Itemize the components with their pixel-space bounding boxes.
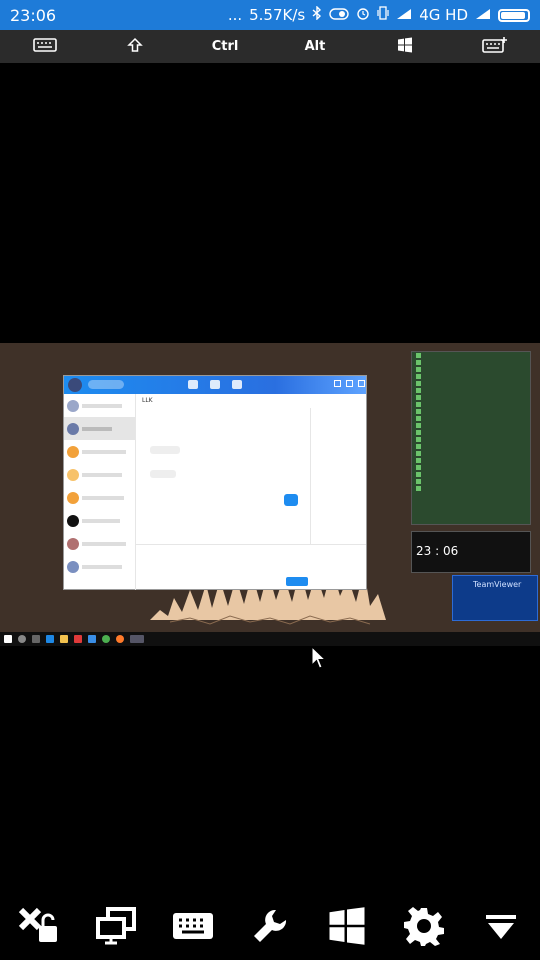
windows-icon xyxy=(327,906,367,950)
group-member-panel xyxy=(310,408,366,544)
bottom-toolbar xyxy=(0,895,540,960)
message-bubble xyxy=(284,494,298,506)
app-icon[interactable] xyxy=(74,635,82,643)
signal-icon xyxy=(396,6,412,24)
settings-button[interactable] xyxy=(397,901,451,955)
close-icon[interactable] xyxy=(358,380,365,387)
search-input[interactable] xyxy=(88,380,124,389)
file-list-window[interactable] xyxy=(411,351,531,525)
battery-icon xyxy=(498,8,530,22)
chrome-icon[interactable] xyxy=(102,635,110,643)
list-item[interactable] xyxy=(64,463,135,486)
maximize-icon[interactable] xyxy=(346,380,353,387)
remote-desktop-view[interactable]: LLK 23: 06 TeamViewer xyxy=(0,343,540,633)
clock-widget: 23 : 06 xyxy=(411,531,531,573)
ctrl-button[interactable]: Ctrl xyxy=(195,39,255,54)
wrench-icon xyxy=(250,906,290,950)
tab-messages[interactable] xyxy=(188,380,198,389)
folder-icon[interactable] xyxy=(60,635,68,643)
settings-icon xyxy=(404,906,445,950)
shift-icon xyxy=(127,37,143,57)
app-icon[interactable] xyxy=(88,635,96,643)
network-speed: 5.57K/s xyxy=(249,6,306,24)
list-item[interactable] xyxy=(64,440,135,463)
message-bubble xyxy=(150,470,176,478)
search-icon[interactable] xyxy=(18,635,26,643)
teamviewer-popup[interactable]: TeamViewer xyxy=(452,575,538,621)
status-right: ... 5.57K/s 4G HD xyxy=(227,5,530,24)
list-item[interactable] xyxy=(64,509,135,532)
task-view-icon[interactable] xyxy=(32,635,40,643)
windows-start-button[interactable] xyxy=(320,901,374,955)
tools-button[interactable] xyxy=(243,901,297,955)
mouse-cursor-icon xyxy=(311,646,327,669)
keyboard-icon xyxy=(33,37,57,56)
list-item[interactable] xyxy=(64,532,135,555)
chat-title: LLK xyxy=(142,397,153,404)
alarm-icon xyxy=(356,6,370,24)
signal-icon xyxy=(475,6,491,24)
key-bar: Ctrl Alt xyxy=(0,30,540,63)
message-input[interactable] xyxy=(136,544,366,590)
status-dots: ... xyxy=(227,6,243,24)
monitors-icon xyxy=(95,906,136,949)
chat-panel: LLK xyxy=(136,394,366,590)
edge-icon[interactable] xyxy=(46,635,54,643)
minimize-icon[interactable] xyxy=(334,380,341,387)
keyboard-icon xyxy=(172,912,214,944)
menu-down-icon xyxy=(484,909,518,947)
message-bubble xyxy=(150,446,180,454)
disconnect-icon xyxy=(17,906,61,950)
monitors-button[interactable] xyxy=(89,901,143,955)
teamviewer-title: TeamViewer xyxy=(473,580,522,589)
status-time: 23:06 xyxy=(10,5,57,25)
bluetooth-icon xyxy=(312,5,322,24)
conversation-list xyxy=(64,394,136,590)
status-bar: 23:06 ... 5.57K/s 4G HD xyxy=(0,0,540,30)
disconnect-button[interactable] xyxy=(12,901,66,955)
tab-contacts[interactable] xyxy=(210,380,220,389)
list-item[interactable] xyxy=(64,417,135,440)
toggle-icon xyxy=(329,6,349,24)
avatar[interactable] xyxy=(68,378,82,392)
windows-icon xyxy=(397,37,413,57)
clock-time: 23 : 06 xyxy=(416,544,459,558)
vibrate-icon xyxy=(377,6,389,24)
list-item[interactable] xyxy=(64,555,135,578)
alt-button[interactable]: Alt xyxy=(285,39,345,54)
tab-apps[interactable] xyxy=(232,380,242,389)
keyboard-add-button[interactable] xyxy=(465,36,525,57)
keyboard-add-icon xyxy=(482,36,508,57)
qq-taskbar-icon[interactable] xyxy=(130,635,144,643)
windows-key-button[interactable] xyxy=(375,37,435,57)
menu-down-button[interactable] xyxy=(474,901,528,955)
start-icon[interactable] xyxy=(4,635,12,643)
remote-taskbar xyxy=(0,632,540,646)
network-type: 4G HD xyxy=(419,6,468,24)
list-item[interactable] xyxy=(64,486,135,509)
keyboard-toggle-button[interactable] xyxy=(166,901,220,955)
qq-chat-window[interactable]: LLK xyxy=(63,375,367,590)
qq-header xyxy=(64,376,366,394)
keyboard-button[interactable] xyxy=(15,37,75,56)
list-item[interactable] xyxy=(64,394,135,417)
send-button[interactable] xyxy=(286,577,308,586)
shift-button[interactable] xyxy=(105,37,165,57)
browser-icon[interactable] xyxy=(116,635,124,643)
